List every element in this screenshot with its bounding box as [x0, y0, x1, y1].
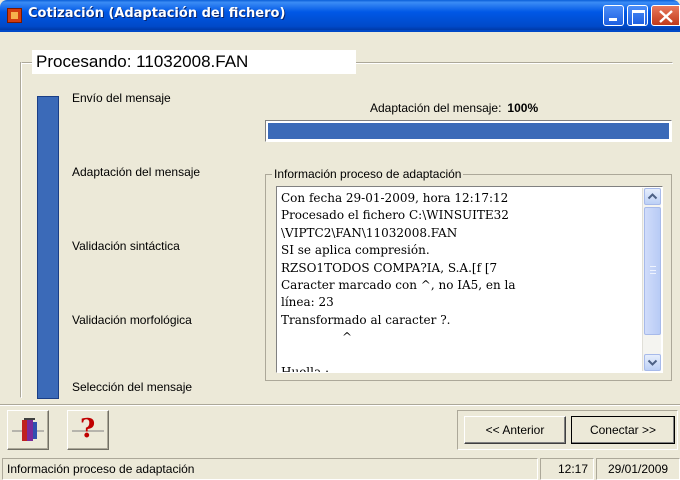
chevron-up-icon: [647, 193, 658, 200]
bottom-separator: [0, 404, 680, 406]
adaptation-label-row: Adaptación del mensaje: 100%: [370, 101, 538, 115]
status-date: 29/01/2009: [596, 458, 680, 480]
app-icon: [7, 8, 22, 23]
window-title: Cotización (Adaptación del fichero): [28, 6, 286, 21]
left-group-border: [20, 62, 22, 398]
step-adaptacion: Adaptación del mensaje: [72, 165, 201, 179]
adaptation-percent: 100%: [507, 101, 539, 115]
main-window: Cotización (Adaptación del fichero) Proc…: [0, 0, 680, 480]
adaptation-progress-fill: [268, 123, 669, 139]
scroll-grip-icon: [650, 266, 656, 274]
log-vertical-scrollbar[interactable]: [642, 188, 661, 371]
info-log-textarea[interactable]: Con fecha 29-01-2009, hora 12:17:12 Proc…: [276, 186, 663, 373]
step-envio: Envío del mensaje: [72, 91, 171, 105]
step-seleccion: Selección del mensaje: [72, 380, 193, 394]
chevron-down-icon: [647, 359, 658, 366]
steps-progress-bar: [37, 96, 59, 399]
help-glyph: ?: [80, 414, 96, 444]
info-group-legend: Información proceso de adaptación: [272, 167, 464, 181]
step-validacion-morfologica: Validación morfológica: [72, 313, 192, 327]
status-bar: Información proceso de adaptación 12:17 …: [0, 456, 680, 480]
scroll-down-button[interactable]: [644, 354, 661, 371]
close-icon: [659, 10, 673, 23]
help-button[interactable]: ?: [67, 410, 109, 450]
step-validacion-sintactica: Validación sintáctica: [72, 239, 180, 253]
scroll-thumb[interactable]: [644, 207, 661, 335]
title-bar[interactable]: Cotización (Adaptación del fichero): [0, 0, 680, 30]
minimize-button[interactable]: [603, 5, 624, 26]
status-message: Información proceso de adaptación: [2, 458, 538, 480]
info-log-text: Con fecha 29-01-2009, hora 12:17:12 Proc…: [281, 191, 516, 373]
adaptation-label: Adaptación del mensaje:: [370, 101, 502, 115]
door-exit-icon: [12, 418, 44, 441]
connect-button[interactable]: Conectar >>: [571, 416, 675, 444]
adaptation-progress-bar: [265, 120, 672, 142]
frame-top-edge: [0, 30, 680, 32]
processing-title: Procesando: 11032008.FAN: [32, 50, 356, 74]
previous-button[interactable]: << Anterior: [464, 416, 566, 444]
scroll-up-button[interactable]: [644, 188, 661, 205]
maximize-button[interactable]: [627, 5, 648, 26]
close-button[interactable]: [651, 5, 680, 26]
status-time: 12:17: [540, 458, 594, 480]
exit-button[interactable]: [7, 410, 49, 450]
